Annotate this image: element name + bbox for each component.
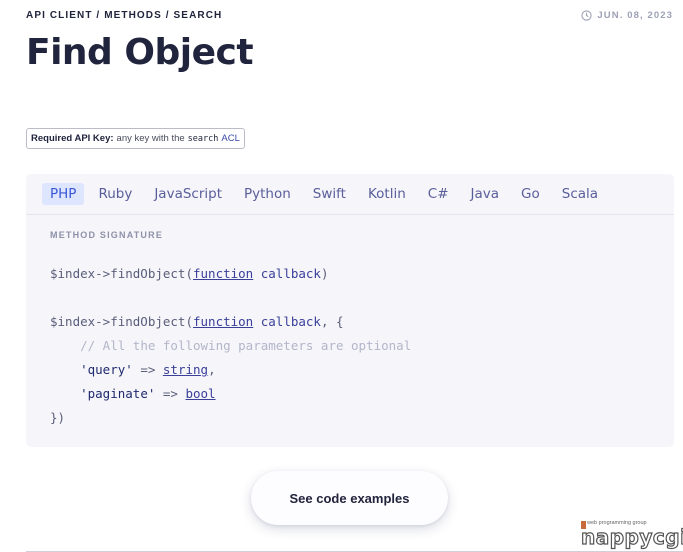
tab-java[interactable]: Java bbox=[463, 183, 508, 205]
see-code-examples-button[interactable]: See code examples bbox=[251, 471, 448, 525]
publish-date: JUN. 08, 2023 bbox=[581, 10, 673, 21]
page-title: Find Object bbox=[26, 32, 254, 73]
code-arrow: => bbox=[132, 362, 163, 377]
code-query-key: 'query' bbox=[80, 362, 133, 377]
tab-php[interactable]: PHP bbox=[42, 183, 85, 205]
code-block: $index->findObject(function callback) $i… bbox=[50, 262, 411, 430]
code-call: $index->findObject( bbox=[50, 266, 193, 281]
tab-ruby[interactable]: Ruby bbox=[90, 183, 140, 205]
code-call: $index->findObject( bbox=[50, 314, 193, 329]
method-signature-label: METHOD SIGNATURE bbox=[50, 230, 164, 240]
code-paren: ) bbox=[320, 266, 329, 281]
tab-go[interactable]: Go bbox=[513, 183, 548, 205]
code-close: }) bbox=[50, 410, 66, 425]
clock-icon bbox=[581, 10, 593, 21]
tab-swift[interactable]: Swift bbox=[305, 183, 354, 205]
api-key-label: Required API Key: bbox=[31, 133, 114, 144]
tab-javascript[interactable]: JavaScript bbox=[146, 183, 230, 205]
code-query-type: string bbox=[162, 362, 209, 377]
code-keyword: function bbox=[193, 266, 254, 281]
code-param: callback bbox=[260, 314, 321, 329]
code-param: callback bbox=[260, 266, 321, 281]
api-key-code: search bbox=[187, 133, 219, 144]
tab-csharp[interactable]: C# bbox=[420, 183, 457, 205]
breadcrumb: API CLIENT / METHODS / SEARCH bbox=[26, 10, 223, 21]
tab-kotlin[interactable]: Kotlin bbox=[360, 183, 414, 205]
watermark-brand: nappycgi bbox=[580, 524, 683, 549]
language-tabs: PHP Ruby JavaScript Python Swift Kotlin … bbox=[26, 174, 674, 215]
watermark-logo: web programming group nappycgi bbox=[580, 520, 683, 550]
code-paren: , { bbox=[320, 314, 344, 329]
code-comma: , bbox=[208, 362, 216, 377]
tab-python[interactable]: Python bbox=[236, 183, 299, 205]
code-keyword: function bbox=[193, 314, 254, 329]
code-paginate-key: 'paginate' bbox=[80, 386, 156, 401]
date-text: JUN. 08, 2023 bbox=[597, 10, 673, 21]
code-paginate-type: bool bbox=[185, 386, 216, 401]
api-key-text: any key with the bbox=[116, 133, 185, 144]
tab-scala[interactable]: Scala bbox=[554, 183, 606, 205]
code-arrow: => bbox=[155, 386, 186, 401]
code-comment: // All the following parameters are opti… bbox=[80, 338, 412, 353]
code-panel: PHP Ruby JavaScript Python Swift Kotlin … bbox=[26, 174, 674, 447]
api-key-acl-link[interactable]: ACL bbox=[221, 133, 239, 144]
api-key-badge: Required API Key: any key with the searc… bbox=[26, 128, 245, 149]
